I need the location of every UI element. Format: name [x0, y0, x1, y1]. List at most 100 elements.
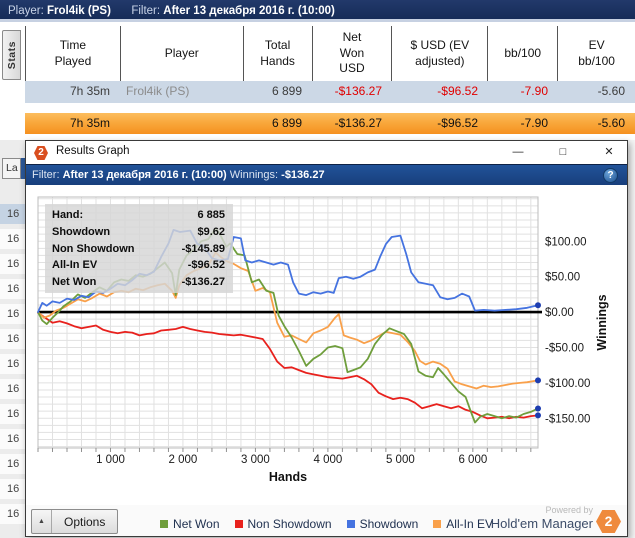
list-item[interactable]: 16 [0, 229, 25, 249]
list-item[interactable]: 16 [0, 504, 25, 524]
readout-row: Non Showdown -$145.89 [52, 242, 225, 255]
list-item[interactable]: 16 [0, 479, 25, 499]
column-header[interactable]: Player [121, 26, 244, 81]
list-item[interactable]: 16 [0, 254, 25, 274]
background-window-right-edge [628, 140, 635, 538]
stats-side-tab-label: Stats [5, 40, 18, 70]
list-item[interactable]: 16 [0, 204, 25, 224]
legend-item[interactable]: Showdown [346, 517, 419, 531]
column-header[interactable]: EV bb/100 [558, 26, 635, 81]
table-cell: -5.60 [597, 116, 625, 130]
stats-table: Time Played Player Total Hands Net Won USD $… [25, 26, 635, 138]
minimize-button[interactable]: — [510, 144, 526, 161]
legend-item[interactable]: Non Showdown [234, 517, 332, 531]
close-button[interactable]: ✕ [601, 144, 617, 161]
list-item[interactable]: 16 [0, 404, 25, 424]
stats-table-header: Time Played Player Total Hands Net Won USD $… [25, 26, 635, 81]
options-button-label: Options [64, 514, 106, 529]
legend-swatch-icon [346, 520, 355, 528]
svg-text:5 000: 5 000 [386, 454, 415, 466]
legend-swatch-icon [433, 520, 442, 528]
hm2-app-icon: 2 [34, 146, 48, 160]
table-cell: -7.90 [520, 84, 548, 98]
legend-label: Net Won [173, 517, 220, 531]
table-row[interactable]: 7h 35m 6 899 -$136.27 -$96.52 -7.90 -5.60 [25, 113, 635, 134]
svg-text:3 000: 3 000 [241, 454, 270, 466]
table-cell: -$96.52 [437, 84, 478, 98]
list-item[interactable]: 16 [0, 354, 25, 374]
filter-label: Filter: [131, 5, 161, 17]
filter-value: After 13 декабря 2016 г. (10:00) [163, 5, 335, 17]
table-cell: 6 899 [271, 84, 302, 98]
options-collapse-arrow-icon[interactable]: ▲ [32, 510, 52, 533]
legend-label: All-In EV [446, 517, 493, 531]
table-cell: -$136.27 [334, 116, 382, 130]
list-item[interactable]: 16 [0, 304, 25, 324]
maximize-button[interactable]: □ [555, 144, 571, 161]
player-value: Frol4ik (PS) [47, 5, 111, 17]
legend-label: Non Showdown [247, 517, 332, 531]
table-cell: -$96.52 [437, 116, 478, 130]
readout-row: All-In EV -$96.52 [52, 259, 225, 272]
column-header[interactable]: $ USD (EV adjusted) [392, 26, 489, 81]
list-item[interactable]: 16 [0, 379, 25, 399]
table-cell: 7h 35m [69, 84, 110, 98]
list-item[interactable]: 16 [0, 454, 25, 474]
table-row[interactable]: 7h 35m Frol4ik (PS) 6 899 -$136.27 -$96.52 -7… [25, 81, 635, 103]
list-item[interactable]: 16 [0, 329, 25, 349]
legend-item[interactable]: All-In EV [433, 517, 493, 531]
svg-text:4 000: 4 000 [314, 454, 343, 466]
powered-by: Powered by Hold'em Manager [491, 505, 593, 531]
svg-text:1 000: 1 000 [96, 454, 125, 466]
background-window-left-edge: La 16 16 16 16 16 16 16 16 16 16 16 16 16 [0, 140, 25, 538]
holdem-manager-logo-icon: 2 [596, 510, 621, 533]
graph-filter-value: After 13 декабря 2016 г. (10:00) [62, 169, 227, 181]
svg-text:$100.00: $100.00 [545, 236, 587, 248]
powered-by-line2: Hold'em Manager [490, 516, 593, 531]
results-graph-window: 2 Results Graph — □ ✕ Filter: After 13 д… [25, 140, 628, 537]
main-window-info-bar: Player: Frol4ik (PS) Filter: After 13 де… [0, 0, 635, 22]
player-label: Player: [8, 5, 44, 17]
results-graph-titlebar[interactable]: 2 Results Graph — □ ✕ [26, 141, 627, 164]
svg-text:Winnings: Winnings [595, 294, 609, 350]
legend-label: Showdown [359, 517, 419, 531]
readout-row: Showdown $9.62 [52, 225, 225, 238]
help-icon[interactable]: ? [603, 168, 618, 183]
readout-row: Hand: 6 885 [52, 209, 225, 221]
svg-text:Hands: Hands [269, 470, 307, 484]
options-button[interactable]: ▲ Options [31, 509, 119, 534]
column-header[interactable]: Total Hands [244, 26, 313, 81]
table-cell: -5.60 [597, 84, 625, 98]
svg-text:$50.00: $50.00 [545, 272, 580, 284]
svg-text:-$100.00: -$100.00 [545, 378, 590, 390]
graph-bottom-bar: ▲ Options Net Won Non Showdown Showdown All… [26, 505, 627, 536]
winnings-value: -$136.27 [281, 169, 325, 181]
legend-item[interactable]: Net Won [160, 517, 220, 531]
svg-text:$0.00: $0.00 [545, 307, 574, 319]
legend-swatch-icon [234, 520, 243, 528]
powered-by-line1: Powered by [545, 505, 593, 515]
list-item[interactable]: 16 [0, 429, 25, 449]
table-cell: 7h 35m [69, 116, 110, 130]
svg-text:-$150.00: -$150.00 [545, 413, 590, 425]
chart-hover-readout: Hand: 6 885 Showdown $9.62 Non Showdown -$145… [45, 204, 233, 293]
graph-filter-bar: Filter: After 13 декабря 2016 г. (10:00)… [26, 164, 627, 185]
list-item[interactable]: 16 [0, 279, 25, 299]
stats-side-tab[interactable]: Stats [2, 30, 21, 80]
table-cell: 6 899 [271, 116, 302, 130]
legend-swatch-icon [160, 520, 169, 528]
background-side-tab[interactable]: La [2, 158, 21, 179]
table-cell: Frol4ik (PS) [126, 84, 190, 98]
column-header[interactable]: Time Played [26, 26, 121, 81]
window-title: Results Graph [56, 145, 130, 157]
table-cell [120, 113, 243, 134]
table-cell: -$136.27 [334, 84, 382, 98]
svg-text:6 000: 6 000 [458, 454, 487, 466]
column-header[interactable]: Net Won USD [313, 26, 393, 81]
column-header[interactable]: bb/100 [488, 26, 559, 81]
svg-text:-$50.00: -$50.00 [545, 342, 584, 354]
readout-row: Net Won -$136.27 [52, 276, 225, 289]
winnings-label: Winnings: [229, 169, 279, 181]
graph-filter-label: Filter: [32, 169, 60, 181]
table-cell: -7.90 [520, 116, 548, 130]
